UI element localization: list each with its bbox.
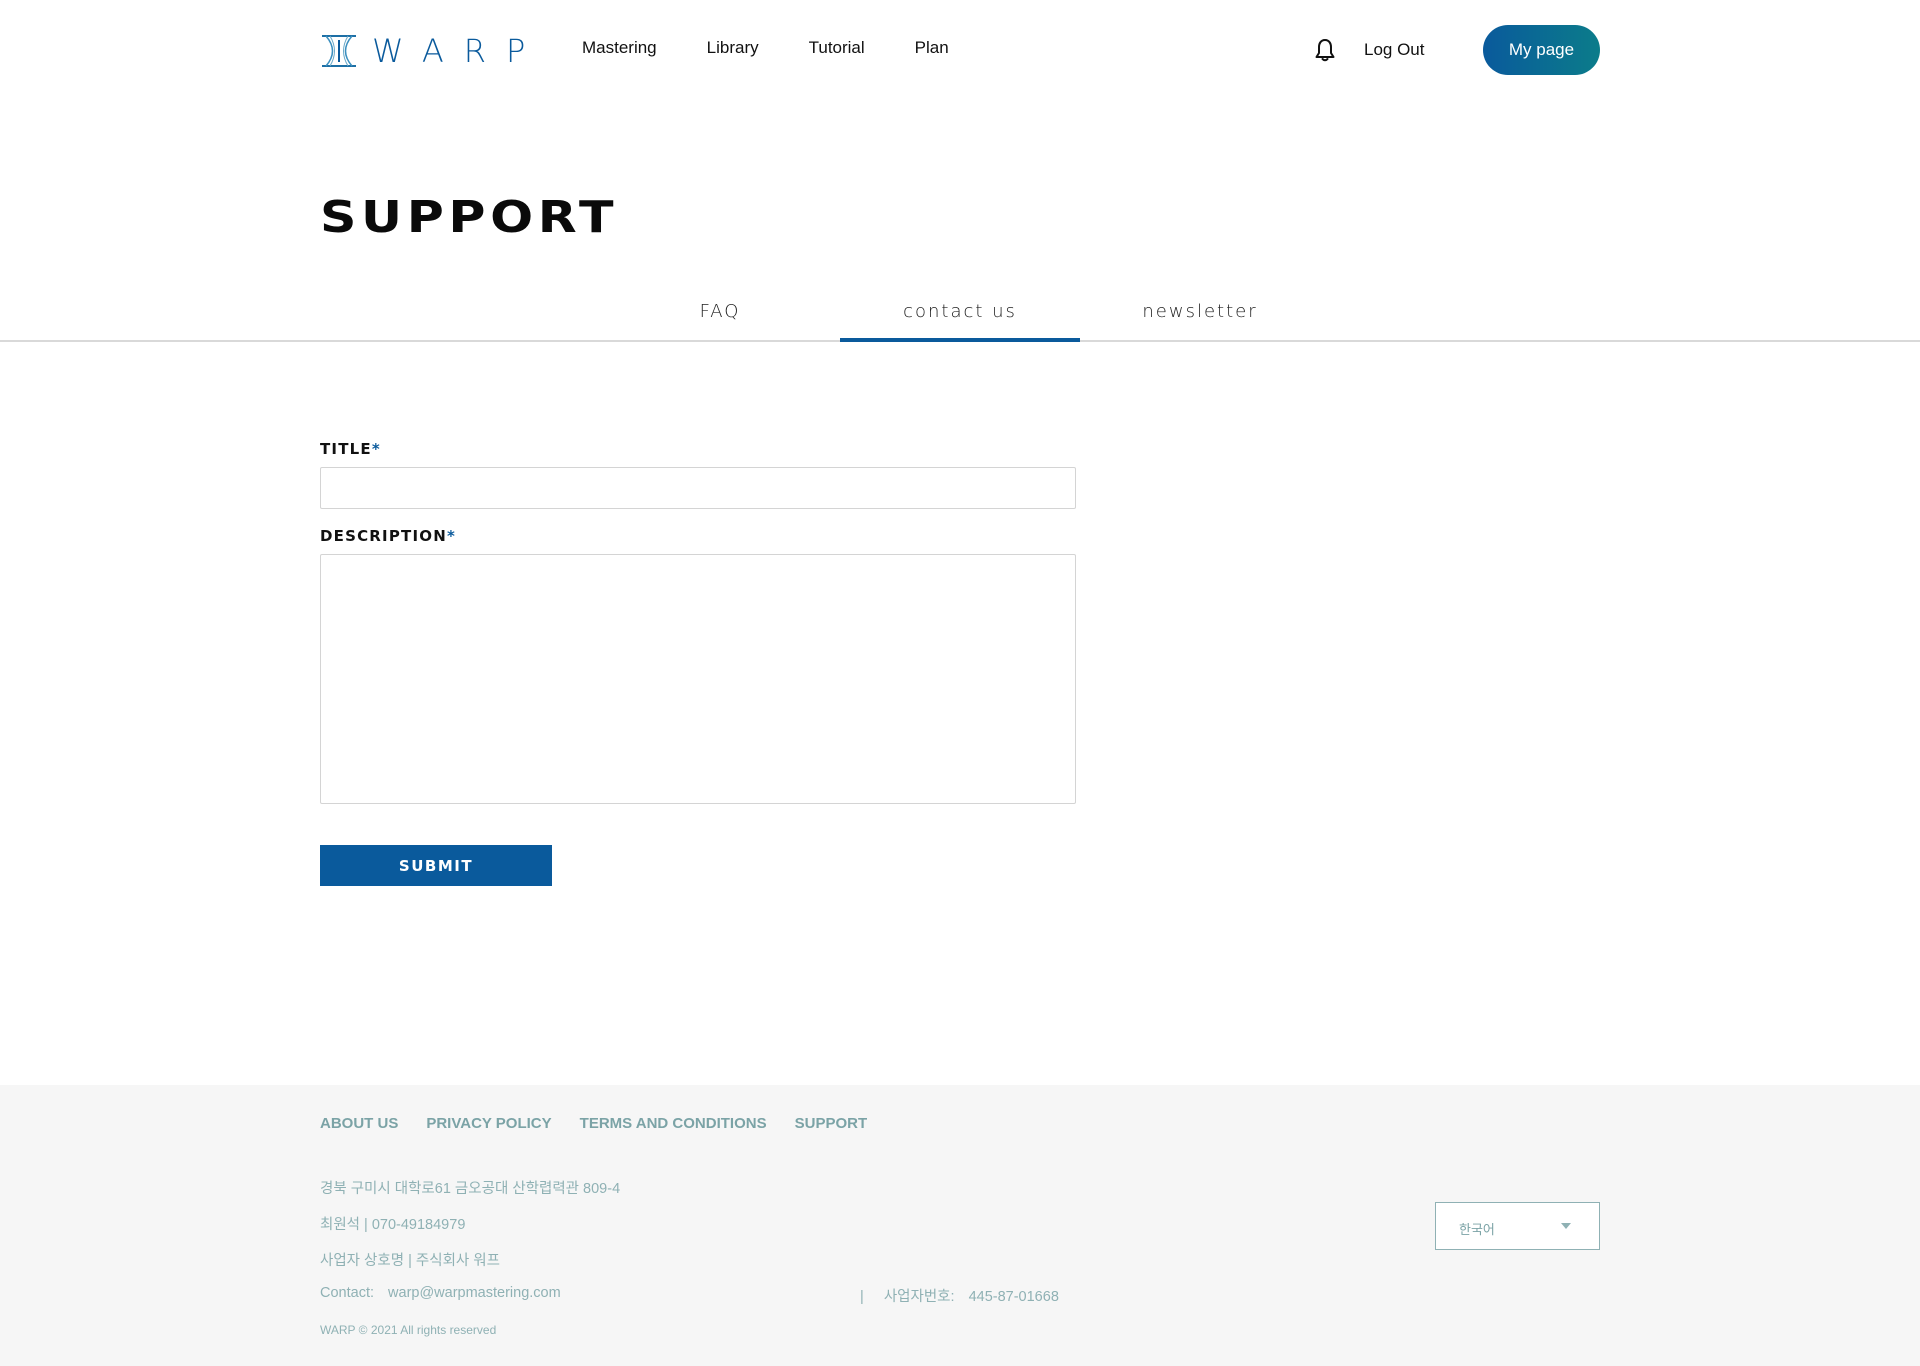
footer-links: ABOUT US PRIVACY POLICY TERMS AND CONDIT… [320, 1115, 895, 1132]
support-tabs: FAQ contact us newsletter [0, 290, 1920, 342]
footer-contact-email[interactable]: warp@warpmastering.com [388, 1285, 561, 1301]
description-label: DESCRIPTION* [320, 527, 456, 545]
my-page-button[interactable]: My page [1483, 25, 1600, 75]
nav-library[interactable]: Library [707, 38, 759, 58]
chevron-down-icon [1561, 1223, 1571, 1229]
language-select[interactable]: 한국어 [1435, 1202, 1600, 1250]
nav-tutorial[interactable]: Tutorial [809, 38, 865, 58]
footer-link-support[interactable]: SUPPORT [795, 1115, 868, 1132]
footer-biz-number: 445-87-01668 [968, 1289, 1059, 1305]
submit-button[interactable]: SUBMIT [320, 845, 552, 886]
main-nav: Mastering Library Tutorial Plan [582, 38, 999, 58]
required-mark: * [371, 440, 381, 458]
logout-link[interactable]: Log Out [1364, 40, 1425, 60]
tab-contact-us[interactable]: contact us [840, 290, 1080, 342]
footer-business-number: | 사업자번호: 445-87-01668 [860, 1285, 1059, 1306]
title-input[interactable] [320, 467, 1076, 509]
nav-mastering[interactable]: Mastering [582, 38, 657, 58]
tab-newsletter[interactable]: newsletter [1080, 290, 1320, 340]
nav-plan[interactable]: Plan [915, 38, 949, 58]
footer-link-about[interactable]: ABOUT US [320, 1115, 398, 1132]
warp-logo-icon [322, 35, 356, 67]
footer-contact: Contact: warp@warpmastering.com [320, 1285, 561, 1301]
description-textarea[interactable] [320, 554, 1076, 804]
footer-biz-separator: | [860, 1289, 864, 1305]
footer-biz-label: 사업자번호: [883, 1289, 955, 1305]
footer: ABOUT US PRIVACY POLICY TERMS AND CONDIT… [0, 1085, 1920, 1366]
footer-contact-label: Contact: [320, 1285, 374, 1301]
title-label: TITLE* [320, 440, 381, 458]
footer-address: 경북 구미시 대학로61 금오공대 산학렵력관 809-4 [320, 1181, 621, 1197]
header: WARP Mastering Library Tutorial Plan Log… [0, 0, 1920, 100]
tab-faq[interactable]: FAQ [600, 290, 840, 340]
language-select-value: 한국어 [1459, 1222, 1495, 1237]
title-label-text: TITLE [320, 440, 372, 458]
footer-company: 사업자 상호명 | 주식회사 워프 [320, 1253, 500, 1269]
description-label-text: DESCRIPTION [320, 527, 447, 545]
footer-link-privacy[interactable]: PRIVACY POLICY [426, 1115, 551, 1132]
required-mark: * [446, 527, 456, 545]
logo-text: WARP [372, 32, 546, 70]
notification-bell-icon[interactable] [1314, 38, 1336, 62]
footer-phone: 최원석 | 070-49184979 [320, 1217, 466, 1233]
page-title: SUPPORT [320, 192, 619, 243]
footer-copyright: WARP © 2021 All rights reserved [320, 1323, 497, 1337]
logo[interactable]: WARP [320, 32, 545, 70]
footer-link-terms[interactable]: TERMS AND CONDITIONS [580, 1115, 767, 1132]
